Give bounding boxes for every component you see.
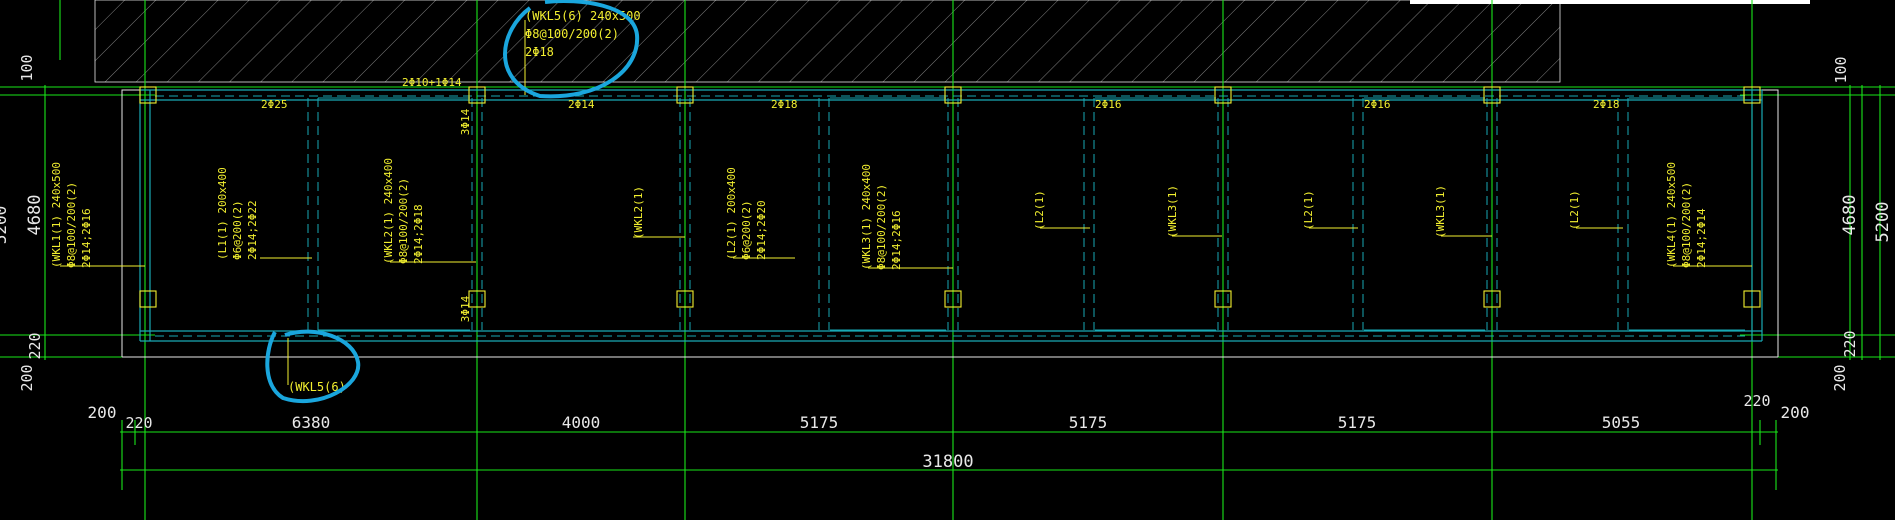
- svg-text:(WKL4(1) 240x500: (WKL4(1) 240x500: [1665, 162, 1678, 268]
- svg-text:(WKL3(1) 240x400: (WKL3(1) 240x400: [860, 164, 873, 270]
- side-rebar-label-top: 3Φ14: [459, 108, 472, 135]
- right-dim-total: 5200: [1873, 202, 1893, 243]
- svg-text:2Φ14;2Φ14: 2Φ14;2Φ14: [1695, 208, 1708, 268]
- beam-annotation: (WKL3(1): [1166, 185, 1179, 238]
- svg-text:2Φ14;2Φ16: 2Φ14;2Φ16: [80, 208, 93, 268]
- top-rebar-label: 2Φ18: [1593, 98, 1620, 111]
- right-dim-bottom-short: 220: [1841, 330, 1859, 357]
- left-dim-cut: 5200: [0, 206, 10, 245]
- svg-text:Φ8@100/200(2): Φ8@100/200(2): [397, 178, 410, 264]
- hatched-slab-region: [94, 0, 1561, 83]
- left-dim-bottom: 200: [18, 364, 36, 391]
- svg-text:Φ8@100/200(2): Φ8@100/200(2): [65, 182, 78, 268]
- beam-annotations: (WKL1(1) 240x500 Φ8@100/200(2) 2Φ14;2Φ16…: [50, 158, 1708, 270]
- right-dim-top: 100: [1832, 56, 1850, 83]
- dim-span: 4000: [562, 413, 601, 432]
- dim-span: 5175: [1069, 413, 1108, 432]
- left-dim-main: 4680: [25, 195, 45, 236]
- dim-total: 31800: [922, 452, 973, 472]
- svg-text:2Φ14;2Φ20: 2Φ14;2Φ20: [755, 200, 768, 260]
- beam-solid-edges: [318, 97, 1745, 331]
- beam-annotation: (L2(1) 200x400 Φ6@200(2) 2Φ14;2Φ20: [725, 167, 768, 260]
- svg-text:Φ6@200(2): Φ6@200(2): [740, 200, 753, 260]
- left-dimensions: 100 4680 5200 220 200: [0, 54, 45, 391]
- dim-right-outer: 200: [1781, 403, 1810, 422]
- dim-span: 5055: [1602, 413, 1641, 432]
- svg-text:(L2(1): (L2(1): [1568, 190, 1581, 230]
- svg-text:(L2(1): (L2(1): [1302, 190, 1315, 230]
- beam-annotation: (WKL4(1) 240x500 Φ8@100/200(2) 2Φ14;2Φ14: [1665, 162, 1708, 268]
- dim-right-inner: 220: [1743, 392, 1770, 410]
- left-dim-top: 100: [18, 54, 36, 81]
- dim-span: 5175: [800, 413, 839, 432]
- right-dim-main: 4680: [1840, 195, 1860, 236]
- top-rebar-label: 2Φ18: [771, 98, 798, 111]
- svg-text:2Φ14;2Φ18: 2Φ14;2Φ18: [412, 204, 425, 264]
- top-rebar-label: 2Φ16: [1095, 98, 1122, 111]
- beam-annotation: (WKL1(1) 240x500 Φ8@100/200(2) 2Φ14;2Φ16: [50, 162, 93, 268]
- bottom-beam-callout: (WKL5(6): [265, 329, 361, 404]
- beam-annotation: (L2(1): [1302, 190, 1315, 230]
- svg-text:(WKL2(1): (WKL2(1): [632, 186, 645, 239]
- svg-text:(WKL2(1) 240x400: (WKL2(1) 240x400: [382, 158, 395, 264]
- svg-text:(WKL1(1) 240x500: (WKL1(1) 240x500: [50, 162, 63, 268]
- svg-text:Φ6@200(2): Φ6@200(2): [231, 200, 244, 260]
- beam-annotation: (WKL3(1): [1434, 185, 1447, 238]
- structural-plan-drawing: 100 4680 5200 220 200 100 4680 5200 220 …: [0, 0, 1895, 520]
- beam-annotation: (WKL2(1): [632, 186, 645, 239]
- dim-span: 5175: [1338, 413, 1377, 432]
- beam-annotation: (L1(1) 200x400 Φ6@200(2) 2Φ14;2Φ22: [216, 167, 259, 260]
- svg-text:(L2(1): (L2(1): [1033, 190, 1046, 230]
- beam-annotation: (L2(1): [1568, 190, 1581, 230]
- svg-text:(L1(1) 200x400: (L1(1) 200x400: [216, 167, 229, 260]
- svg-text:(WKL3(1): (WKL3(1): [1434, 185, 1447, 238]
- svg-text:2Φ14;2Φ16: 2Φ14;2Φ16: [890, 210, 903, 270]
- dim-span: 6380: [292, 413, 331, 432]
- beam-annotation: (L2(1): [1033, 190, 1046, 230]
- right-dim-bottom: 200: [1831, 364, 1849, 391]
- svg-text:2Φ14;2Φ22: 2Φ14;2Φ22: [246, 200, 259, 260]
- top-rebar-label: 2Φ25: [261, 98, 288, 111]
- side-rebar-label-bottom: 3Φ14: [459, 295, 472, 322]
- floor-outline: [121, 89, 1779, 358]
- left-dim-bottom-short: 220: [26, 332, 44, 359]
- top-edge-rebar-label: 2Φ10+1Φ14: [402, 76, 462, 89]
- svg-text:Φ8@100/200(2): Φ8@100/200(2): [1680, 182, 1693, 268]
- beam-annotation: (WKL2(1) 240x400 Φ8@100/200(2) 2Φ14;2Φ18: [382, 158, 425, 264]
- dim-left-outer: 200: [88, 403, 117, 422]
- top-rebar-label: 2Φ14: [568, 98, 595, 111]
- svg-text:Φ8@100/200(2): Φ8@100/200(2): [875, 184, 888, 270]
- top-callout-line2: Φ8@100/200(2): [525, 27, 619, 41]
- top-callout-line3: 2Φ18: [525, 45, 554, 59]
- beam-annotation: (WKL3(1) 240x400 Φ8@100/200(2) 2Φ14;2Φ16: [860, 164, 903, 270]
- dim-left-inner: 220: [125, 414, 152, 432]
- white-edge-bar: [1410, 0, 1810, 4]
- top-rebar-label: 2Φ16: [1364, 98, 1391, 111]
- svg-text:(L2(1) 200x400: (L2(1) 200x400: [725, 167, 738, 260]
- svg-text:(WKL3(1): (WKL3(1): [1166, 185, 1179, 238]
